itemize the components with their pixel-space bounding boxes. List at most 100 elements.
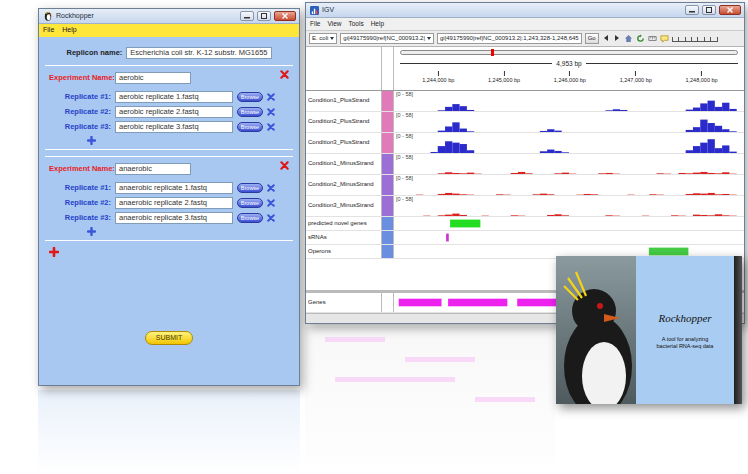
coverage-bar — [562, 152, 569, 153]
attribute-cell — [382, 91, 394, 111]
coverage-bar — [671, 152, 678, 153]
toolbar-button[interactable] — [613, 34, 621, 42]
remove-replicate-button[interactable] — [267, 93, 275, 101]
experiment-field[interactable]: anaerobic — [115, 163, 191, 175]
browse-button[interactable]: Browse — [237, 107, 263, 117]
submit-button[interactable]: SUBMIT — [145, 331, 193, 346]
coverage-bar — [635, 131, 642, 132]
coverage-bar — [430, 131, 437, 132]
coverage-bar — [722, 215, 729, 216]
coverage-bar — [649, 173, 656, 174]
chromosome-dropdown[interactable]: gi|49175990|ref|NC_000913.2| — [340, 33, 434, 44]
minimize-button[interactable] — [685, 5, 699, 15]
replicate-field[interactable]: aerobic replicate 1.fastq — [115, 91, 233, 103]
track-data: [0 - 58] — [394, 175, 744, 195]
chromosome-value: gi|49175990|ref|NC_000913.2| — [343, 34, 425, 43]
browse-button[interactable]: Browse — [237, 92, 263, 102]
coverage-bar — [489, 152, 496, 153]
add-replicate-button[interactable] — [49, 227, 289, 236]
reflection-bar — [405, 357, 475, 362]
menu-item[interactable]: File — [310, 19, 320, 29]
browse-button[interactable]: Browse — [237, 213, 263, 223]
replicate-field[interactable]: anaerobic replicate 2.fastq — [115, 197, 233, 209]
tick-label: 1,244,000 bp — [422, 76, 454, 84]
remove-experiment-button[interactable] — [280, 69, 289, 80]
track-data — [394, 217, 744, 230]
toolbar-button[interactable] — [648, 34, 657, 43]
coverage-bar — [613, 109, 620, 111]
toolbar-button[interactable] — [660, 34, 669, 43]
toolbar-button[interactable] — [602, 34, 610, 42]
coverage-bar — [482, 173, 489, 174]
coverage-bar — [540, 193, 547, 194]
data-range-label: [0 - 58] — [396, 133, 413, 139]
track-name: Condition3_PlusStrand — [306, 133, 382, 153]
coverage-bar — [496, 152, 503, 153]
genome-dropdown[interactable]: E. coli — [309, 33, 337, 44]
experiment-field[interactable]: aerobic — [115, 72, 191, 84]
coverage-bar — [518, 194, 525, 195]
menu-item[interactable]: Tools — [348, 19, 363, 29]
title-bar: Rockhopper — [39, 9, 299, 24]
add-replicate-button[interactable] — [49, 136, 289, 145]
maximize-button[interactable] — [702, 5, 716, 15]
locus-field[interactable]: gi|49175990|ref|NC_000913.2|:1,243,328-1… — [437, 33, 582, 44]
toolbar-button[interactable] — [636, 34, 645, 43]
remove-replicate-button[interactable] — [267, 108, 275, 116]
desktop: RockhopperFileHelpReplicon name:Escheric… — [0, 0, 748, 474]
coverage-bar — [642, 131, 649, 132]
go-button[interactable]: Go — [585, 33, 599, 44]
menu-item[interactable]: View — [327, 19, 341, 29]
remove-replicate-button[interactable] — [267, 184, 275, 192]
remove-replicate-button[interactable] — [267, 199, 275, 207]
refresh-icon — [636, 34, 645, 43]
coverage-bar — [737, 110, 744, 111]
back-icon — [602, 34, 610, 42]
coverage-bar — [729, 109, 736, 111]
coverage-bar — [657, 173, 664, 174]
remove-experiment-button[interactable] — [280, 160, 289, 171]
coverage-bar — [635, 110, 642, 111]
replicon-field[interactable]: Escherichia coli str. K-12 substr. MG165… — [126, 47, 271, 59]
toolbar-button[interactable] — [624, 34, 633, 43]
coverage-bar — [503, 215, 510, 216]
remove-replicate-button[interactable] — [267, 123, 275, 131]
coverage-bar — [562, 194, 569, 195]
menu-item[interactable]: File — [43, 25, 54, 36]
coverage-bar — [700, 103, 707, 111]
coverage-bar — [737, 152, 744, 153]
browse-button[interactable]: Browse — [237, 122, 263, 132]
zoom-tick — [697, 37, 698, 41]
replicate-field[interactable]: aerobic replicate 3.fastq — [115, 121, 233, 133]
track-data: [0 - 58] — [394, 91, 744, 111]
coverage-bar — [489, 173, 496, 174]
igv-icon — [310, 6, 319, 15]
coverage-bar — [438, 215, 445, 216]
coverage-bar — [722, 172, 729, 174]
remove-replicate-button[interactable] — [267, 214, 275, 222]
minimize-button[interactable] — [240, 11, 254, 21]
coverage-bar — [576, 131, 583, 132]
coverage-bar — [496, 110, 503, 111]
experiment-row: Experiment Name:anaerobic — [49, 163, 289, 175]
browse-button[interactable]: Browse — [237, 198, 263, 208]
close-button[interactable] — [719, 5, 741, 15]
menu-item[interactable]: Help — [371, 19, 384, 29]
coverage-bar — [693, 214, 700, 215]
window-title: IGV — [322, 5, 682, 16]
replicate-field[interactable]: anaerobic replicate 3.fastq — [115, 212, 233, 224]
maximize-button[interactable] — [257, 11, 271, 21]
coverage-bar — [540, 151, 547, 153]
add-experiment-button[interactable] — [45, 247, 293, 257]
menu-item[interactable]: Help — [62, 25, 76, 36]
replicate-field[interactable]: anaerobic replicate 1.fastq — [115, 182, 233, 194]
coverage-bar — [430, 110, 437, 111]
splash-card: RockhopperA tool for analyzingbacterial … — [556, 256, 742, 404]
ruler-tick: 1,244,000 bp — [422, 71, 454, 84]
browse-button[interactable]: Browse — [237, 183, 263, 193]
replicate-field[interactable]: aerobic replicate 2.fastq — [115, 106, 233, 118]
zoom-slider[interactable] — [672, 34, 718, 42]
coverage-bar — [686, 173, 693, 174]
coverage-bar — [605, 173, 612, 174]
close-button[interactable] — [274, 11, 296, 21]
